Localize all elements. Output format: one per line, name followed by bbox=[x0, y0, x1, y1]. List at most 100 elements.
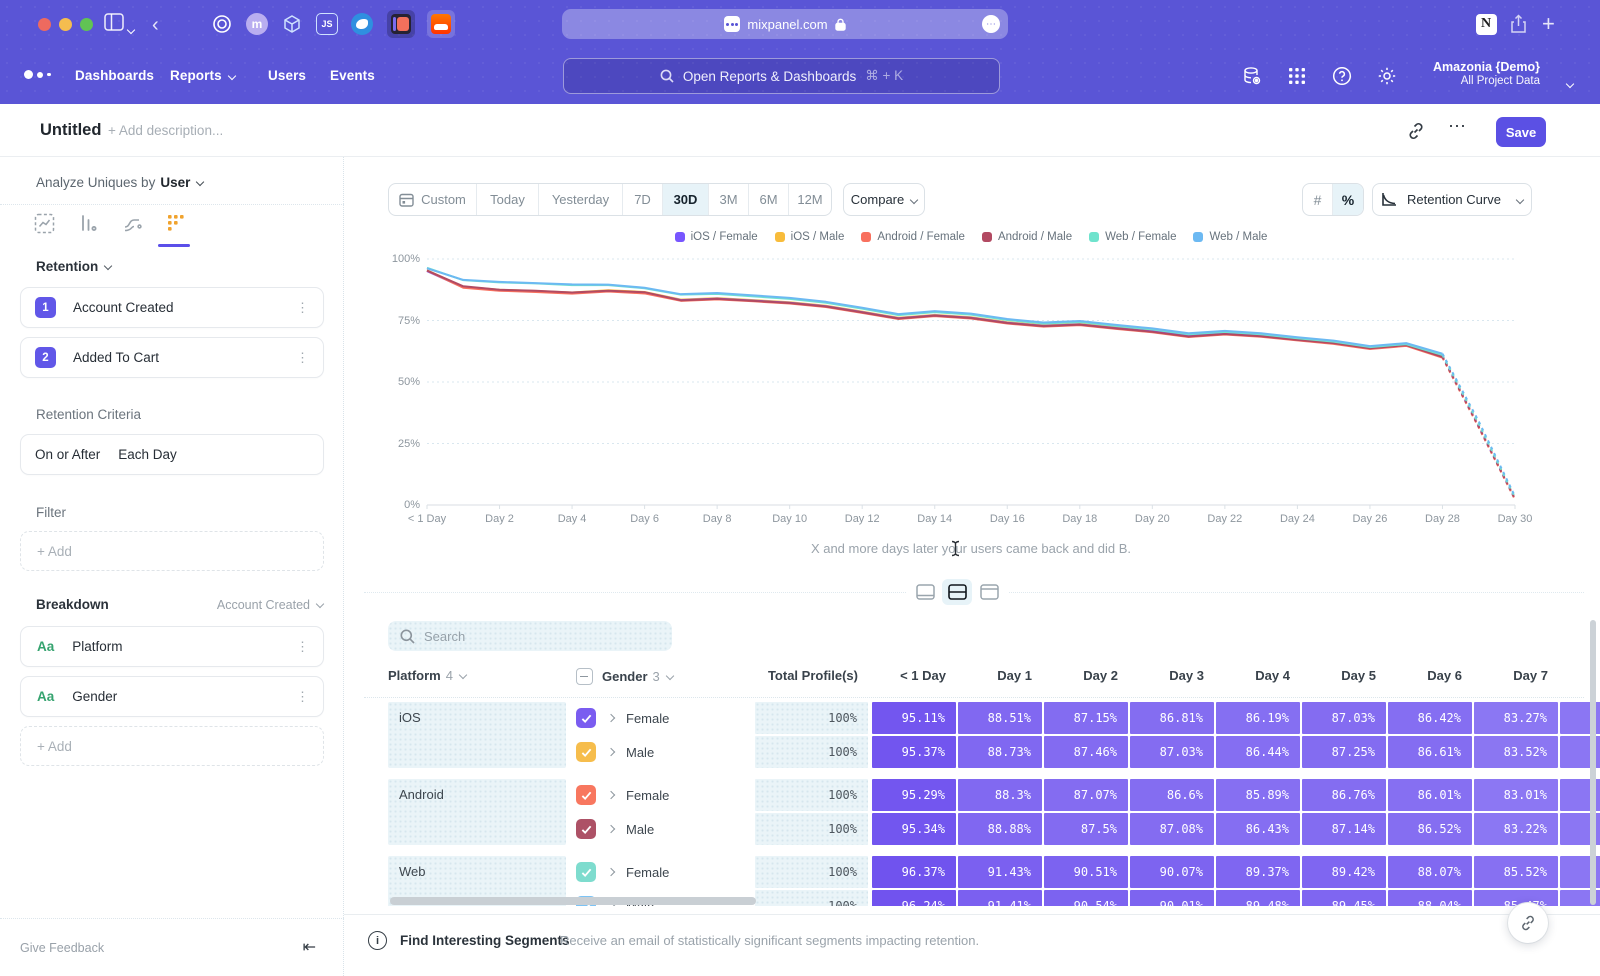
breakdown-card-gender[interactable]: Aa Gender ⋮ bbox=[20, 676, 324, 717]
range-yesterday[interactable]: Yesterday bbox=[539, 184, 623, 215]
table-search[interactable] bbox=[388, 621, 672, 651]
retention-value-cell[interactable]: 86.61% bbox=[1388, 736, 1472, 768]
retention-value-cell[interactable]: 83.52% bbox=[1474, 736, 1558, 768]
range-12m[interactable]: 12M bbox=[789, 184, 831, 215]
table-only-view-button[interactable] bbox=[974, 579, 1004, 605]
platform-group-cell[interactable]: Android bbox=[388, 779, 566, 845]
extension-m-icon[interactable]: m bbox=[245, 12, 269, 36]
step-card-added-to-cart[interactable]: 2 Added To Cart ⋮ bbox=[20, 337, 324, 378]
settings-gear-icon[interactable] bbox=[1375, 64, 1399, 88]
retention-value-cell[interactable]: 83.22% bbox=[1474, 813, 1558, 845]
retention-value-cell[interactable]: 87.15% bbox=[1044, 702, 1128, 734]
tab-funnels-icon[interactable] bbox=[78, 213, 102, 237]
back-icon[interactable]: ‹ bbox=[152, 14, 159, 37]
range-30d[interactable]: 30D bbox=[663, 184, 709, 215]
retention-value-cell[interactable]: 90.51% bbox=[1044, 856, 1128, 888]
nav-item-dashboards[interactable]: Dashboards bbox=[75, 68, 154, 83]
minimize-window-button[interactable] bbox=[59, 18, 72, 31]
platform-group-cell[interactable]: iOS bbox=[388, 702, 566, 768]
retention-value-cell[interactable]: 88.3% bbox=[958, 779, 1042, 811]
breakdown-kebab-icon[interactable]: ⋮ bbox=[296, 690, 309, 703]
extension-target-icon[interactable] bbox=[210, 12, 234, 36]
collapse-sidebar-icon[interactable]: ⇤ bbox=[303, 937, 316, 957]
gender-column-header[interactable]: Gender3 bbox=[576, 668, 673, 685]
gender-select-checkbox[interactable] bbox=[576, 668, 593, 685]
sidebar-chevron-icon[interactable] bbox=[128, 20, 134, 40]
range-7d[interactable]: 7D bbox=[623, 184, 663, 215]
retention-value-cell[interactable]: 86.01% bbox=[1388, 779, 1472, 811]
share-icon[interactable] bbox=[1506, 12, 1530, 36]
retention-value-cell[interactable]: 95.37% bbox=[872, 736, 956, 768]
retention-value-cell[interactable]: 87.25% bbox=[1302, 736, 1386, 768]
global-search-button[interactable]: Open Reports & Dashboards ⌘ + K bbox=[563, 58, 1000, 94]
legend-item[interactable]: Android / Female bbox=[861, 231, 965, 243]
criteria-each-day[interactable]: Each Day bbox=[118, 447, 177, 462]
retention-value-cell[interactable]: 88.07% bbox=[1388, 856, 1472, 888]
criteria-on-or-after[interactable]: On or After bbox=[35, 447, 100, 462]
expand-row-icon[interactable] bbox=[607, 748, 615, 756]
notion-icon[interactable]: N bbox=[1474, 12, 1498, 36]
report-title[interactable]: Untitled bbox=[40, 121, 101, 140]
vertical-scrollbar-thumb[interactable] bbox=[1590, 620, 1596, 905]
gender-row-cell[interactable]: Male bbox=[576, 813, 654, 845]
retention-value-cell[interactable]: 86.81% bbox=[1130, 702, 1214, 734]
analyze-uniques-value[interactable]: User bbox=[160, 175, 203, 190]
close-window-button[interactable] bbox=[38, 18, 51, 31]
retention-value-cell[interactable]: 85.52% bbox=[1474, 856, 1558, 888]
nav-item-reports[interactable]: Reports bbox=[170, 68, 235, 83]
retention-value-cell[interactable]: 89.45% bbox=[1302, 890, 1386, 906]
retention-value-cell[interactable]: 87.03% bbox=[1302, 702, 1386, 734]
breakdown-card-platform[interactable]: Aa Platform ⋮ bbox=[20, 626, 324, 667]
range-3m[interactable]: 3M bbox=[709, 184, 749, 215]
retention-value-cell[interactable]: 89.42% bbox=[1302, 856, 1386, 888]
day-column-header[interactable]: Day 4 bbox=[1216, 668, 1290, 683]
gender-row-cell[interactable]: Female bbox=[576, 702, 669, 734]
retention-value-cell[interactable]: 86.6% bbox=[1130, 779, 1214, 811]
platform-column-header[interactable]: Platform4 bbox=[388, 668, 466, 683]
retention-value-cell[interactable]: 87.03% bbox=[1130, 736, 1214, 768]
browser-sidebar-icon[interactable] bbox=[104, 13, 124, 31]
retention-value-cell[interactable]: 89.37% bbox=[1216, 856, 1300, 888]
step-card-account-created[interactable]: 1 Account Created ⋮ bbox=[20, 287, 324, 328]
series-checkbox[interactable] bbox=[576, 708, 596, 728]
give-feedback-link[interactable]: Give Feedback bbox=[20, 941, 104, 955]
retention-value-cell[interactable]: 85.47% bbox=[1474, 890, 1558, 906]
expand-row-icon[interactable] bbox=[607, 714, 615, 722]
chart-only-view-button[interactable] bbox=[910, 579, 940, 605]
legend-item[interactable]: iOS / Male bbox=[775, 231, 845, 243]
retention-value-cell[interactable]: 86.44% bbox=[1216, 736, 1300, 768]
retention-section-label[interactable]: Retention bbox=[36, 259, 111, 274]
retention-value-cell[interactable]: 87.5% bbox=[1044, 813, 1128, 845]
retention-value-cell[interactable]: 90.07% bbox=[1130, 856, 1214, 888]
series-checkbox[interactable] bbox=[576, 819, 596, 839]
retention-value-cell[interactable]: 95.34% bbox=[872, 813, 956, 845]
retention-value-cell[interactable]: 86.43% bbox=[1216, 813, 1300, 845]
day-column-header[interactable]: Day 2 bbox=[1044, 668, 1118, 683]
retention-criteria-card[interactable]: On or After Each Day bbox=[20, 434, 324, 475]
range-6m[interactable]: 6M bbox=[749, 184, 789, 215]
breakdown-kebab-icon[interactable]: ⋮ bbox=[296, 640, 309, 653]
expand-row-icon[interactable] bbox=[607, 825, 615, 833]
address-more-icon[interactable]: ⋯ bbox=[982, 15, 1000, 33]
project-switcher[interactable]: Amazonia {Demo} All Project Data bbox=[1433, 60, 1540, 87]
retention-value-cell[interactable]: 87.46% bbox=[1044, 736, 1128, 768]
report-more-icon[interactable]: ⋯ bbox=[1448, 116, 1467, 137]
extension-letterboxd-icon[interactable] bbox=[387, 10, 415, 38]
step-kebab-icon[interactable]: ⋮ bbox=[296, 301, 309, 314]
breakdown-on-select[interactable]: Account Created bbox=[217, 598, 323, 612]
new-tab-icon[interactable]: + bbox=[1542, 11, 1555, 37]
day-column-header[interactable]: Day 1 bbox=[958, 668, 1032, 683]
series-checkbox[interactable] bbox=[576, 785, 596, 805]
nav-item-events[interactable]: Events bbox=[330, 68, 375, 83]
retention-value-cell[interactable]: 87.08% bbox=[1130, 813, 1214, 845]
add-description-field[interactable]: + Add description... bbox=[108, 123, 223, 138]
retention-value-cell[interactable]: 88.73% bbox=[958, 736, 1042, 768]
day-column-header[interactable]: < 1 Day bbox=[872, 668, 946, 683]
extension-bird-icon[interactable] bbox=[350, 12, 374, 36]
retention-value-cell[interactable]: 95.11% bbox=[872, 702, 956, 734]
retention-value-cell[interactable]: 95.29% bbox=[872, 779, 956, 811]
step-kebab-icon[interactable]: ⋮ bbox=[296, 351, 309, 364]
retention-value-cell[interactable]: 88.04% bbox=[1388, 890, 1472, 906]
apps-grid-icon[interactable] bbox=[1285, 64, 1309, 88]
table-search-input[interactable] bbox=[424, 629, 644, 644]
